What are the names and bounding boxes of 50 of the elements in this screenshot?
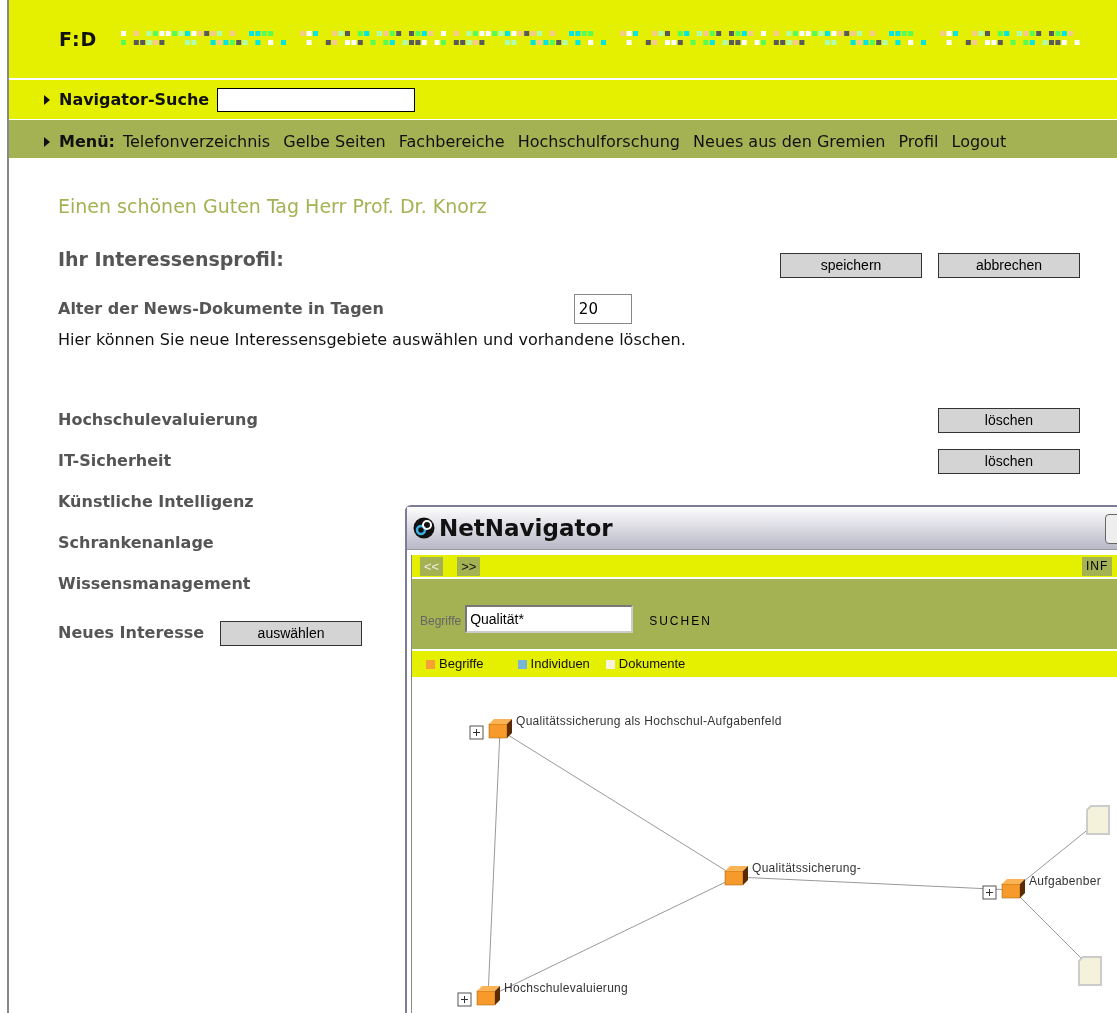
menu-link[interactable]: Neues aus den Gremien bbox=[693, 132, 886, 151]
menu-link[interactable]: Profil bbox=[898, 132, 939, 151]
interest-label: IT-Sicherheit bbox=[58, 450, 172, 472]
menu-link[interactable]: Logout bbox=[951, 132, 1007, 151]
cube-icon[interactable] bbox=[724, 866, 748, 886]
triangle-icon bbox=[43, 94, 51, 105]
greeting-heading: Einen schönen Guten Tag Herr Prof. Dr. Knorz bbox=[58, 194, 488, 219]
node-label: Qualitätssicherung als Hochschul-Aufgabenfeld bbox=[516, 714, 782, 728]
triangle-icon bbox=[43, 137, 51, 147]
expand-icon[interactable] bbox=[469, 725, 484, 740]
cube-icon[interactable] bbox=[488, 719, 512, 739]
app-icon bbox=[413, 517, 435, 539]
info-button[interactable]: INF bbox=[1082, 556, 1113, 576]
legend-label: Begriffe bbox=[439, 655, 484, 674]
days-field[interactable]: 20 bbox=[573, 293, 632, 324]
action-button[interactable]: abbrechen bbox=[938, 252, 1080, 278]
expand-icon[interactable] bbox=[982, 885, 997, 900]
menu-link[interactable]: Fachbereiche bbox=[398, 132, 505, 151]
node-label: Hochschulevaluierung bbox=[504, 981, 629, 995]
cube-icon[interactable] bbox=[476, 986, 500, 1006]
hint-text: Hier können Sie neue Interessensgebiete auswählen und vorhandene löschen. bbox=[58, 328, 687, 351]
menu-link[interactable]: Telefonverzeichnis bbox=[122, 132, 271, 151]
nav-button[interactable]: >> bbox=[457, 556, 481, 576]
interest-label: Schrankenanlage bbox=[58, 532, 214, 554]
field-label: Begriffe bbox=[420, 612, 462, 630]
field-label: Neues Interesse bbox=[58, 622, 205, 644]
delete-button[interactable]: löschen bbox=[938, 407, 1080, 433]
field-label: Alter der News-Dokumente in Tagen bbox=[58, 297, 384, 320]
legend-label: Dokumente bbox=[618, 655, 686, 674]
menu-label: Menü: bbox=[59, 132, 115, 151]
cube-icon[interactable] bbox=[1001, 879, 1025, 899]
search-field[interactable] bbox=[217, 87, 416, 112]
interest-label: Wissensmanagement bbox=[58, 573, 251, 595]
section-title: Ihr Interessensprofil: bbox=[58, 246, 285, 272]
menu-link[interactable]: Hochschulforschung bbox=[517, 132, 680, 151]
search-label: Navigator-Suche bbox=[59, 88, 210, 111]
node-label: Aufgabenber bbox=[1029, 874, 1102, 888]
menu-link[interactable]: Gelbe Seiten bbox=[283, 132, 386, 151]
node-label: Qualitätssicherung- bbox=[752, 861, 862, 875]
interest-label: Künstliche Intelligenz bbox=[58, 491, 254, 513]
expand-icon[interactable] bbox=[457, 992, 472, 1007]
window-title: NetNavigator bbox=[439, 513, 613, 543]
delete-button[interactable]: löschen bbox=[938, 448, 1080, 474]
action-button[interactable]: speichern bbox=[780, 252, 922, 278]
interest-label: Hochschulevaluierung bbox=[58, 409, 258, 431]
search-field[interactable]: Qualität* bbox=[465, 604, 634, 633]
logo: F:D bbox=[59, 26, 98, 52]
search-button[interactable]: SUCHEN bbox=[643, 610, 718, 631]
select-button[interactable]: auswählen bbox=[220, 620, 363, 646]
legend-label: Individuen bbox=[530, 655, 590, 674]
